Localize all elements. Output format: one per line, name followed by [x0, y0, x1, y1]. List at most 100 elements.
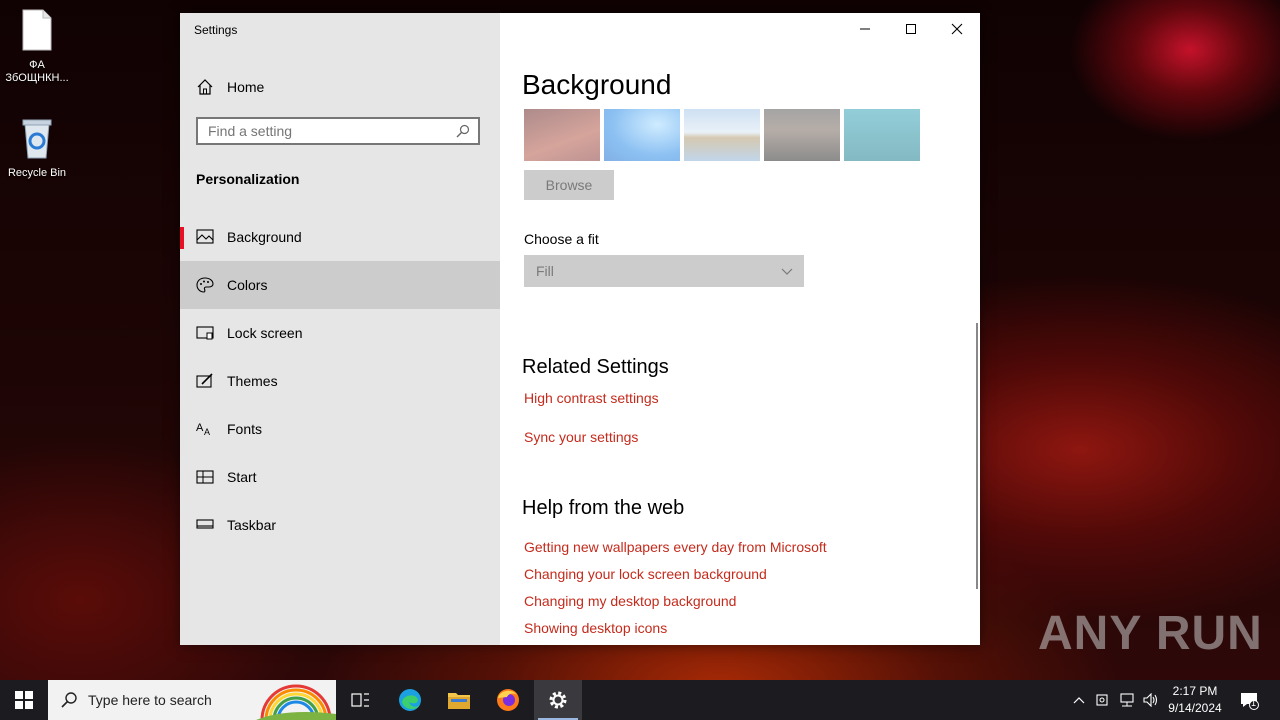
start-layout-icon: [196, 470, 214, 484]
firefox-taskbar-button[interactable]: [484, 680, 532, 720]
help-heading: Help from the web: [522, 497, 685, 519]
related-settings-heading: Related Settings: [522, 356, 669, 378]
rainbow-highlight-icon: [256, 684, 336, 720]
taskbar-clock[interactable]: 2:17 PM 9/14/2024: [1158, 683, 1232, 717]
windows-logo-icon: [15, 691, 33, 709]
browse-button[interactable]: Browse: [524, 170, 614, 200]
settings-window: Settings Home Personalization Background: [180, 13, 980, 645]
chevron-down-icon: [781, 268, 793, 275]
nav-item-label: Lock screen: [227, 325, 303, 341]
image-icon: [196, 229, 214, 244]
network-icon: [1120, 693, 1134, 707]
fit-label: Choose a fit: [524, 231, 599, 247]
anyrun-watermark: ANY RUN: [1038, 606, 1263, 661]
recent-image-1[interactable]: [524, 109, 600, 161]
page-title: Background: [522, 69, 672, 100]
recent-image-4[interactable]: [764, 109, 840, 161]
sync-settings-link[interactable]: Sync your settings: [524, 429, 638, 445]
nav-item-taskbar[interactable]: Taskbar: [180, 501, 500, 549]
nav-home-label: Home: [227, 79, 265, 95]
recycle-bin-shortcut[interactable]: Recycle Bin: [0, 116, 74, 180]
close-icon: [951, 23, 963, 35]
action-center-button[interactable]: 1: [1234, 680, 1264, 720]
recent-images: [524, 109, 920, 161]
themes-icon: [196, 373, 213, 388]
recycle-bin-label: Recycle Bin: [7, 167, 67, 179]
taskbar-search-box[interactable]: Type here to search: [48, 680, 336, 720]
nav-item-label: Start: [227, 469, 257, 485]
nav-item-fonts[interactable]: A A Fonts: [180, 405, 500, 453]
window-controls: [842, 13, 980, 45]
desktop-file-icon[interactable]: ФA ЗбОЩНКН...: [0, 8, 74, 85]
nav-item-background[interactable]: Background: [180, 213, 500, 261]
clock-time: 2:17 PM: [1172, 684, 1218, 698]
nav-home[interactable]: Home: [180, 73, 500, 101]
fonts-icon: A A: [196, 422, 210, 437]
find-setting-input[interactable]: [198, 119, 458, 143]
meet-now-button[interactable]: [1092, 680, 1114, 720]
file-explorer-button[interactable]: [435, 680, 483, 720]
nav-item-label: Fonts: [227, 421, 263, 437]
firefox-icon: [497, 689, 519, 711]
fit-value: Fill: [536, 263, 554, 279]
minimize-button[interactable]: [842, 13, 888, 45]
taskbar-search-placeholder: Type here to search: [88, 692, 212, 708]
network-button[interactable]: [1116, 680, 1138, 720]
nav-item-start[interactable]: Start: [180, 453, 500, 501]
nav-item-label: Taskbar: [227, 517, 277, 533]
clock-date: 9/14/2024: [1168, 701, 1222, 715]
start-button[interactable]: [0, 680, 48, 720]
recent-image-5[interactable]: [844, 109, 920, 161]
home-icon: [197, 79, 213, 95]
nav-item-lock-screen[interactable]: Lock screen: [180, 309, 500, 357]
recycle-bin-icon: [22, 119, 52, 159]
active-indicator: [180, 227, 184, 249]
nav-section-title: Personalization: [196, 171, 300, 187]
nav-item-label: Colors: [227, 277, 268, 293]
help-link-wallpapers[interactable]: Getting new wallpapers every day from Mi…: [524, 539, 827, 555]
fit-dropdown[interactable]: Fill: [524, 255, 804, 287]
find-setting-box[interactable]: [196, 117, 480, 145]
settings-nav-pane: Settings Home Personalization Background: [180, 13, 500, 645]
edge-icon: [399, 689, 421, 711]
gear-icon: [549, 691, 567, 709]
search-icon: [61, 692, 77, 708]
taskbar-icon: [196, 519, 214, 529]
maximize-button[interactable]: [888, 13, 934, 45]
minimize-icon: [860, 28, 870, 30]
help-link-desktop-icons[interactable]: Showing desktop icons: [524, 620, 667, 636]
recent-image-2[interactable]: [604, 109, 680, 161]
taskbar: Type here to search 2:17 PM 9/14/2024 1: [0, 680, 1280, 720]
notification-count: 1: [1251, 698, 1257, 708]
show-hidden-icons-button[interactable]: [1068, 680, 1090, 720]
chevron-up-icon: [1073, 697, 1085, 704]
window-title: Settings: [194, 23, 238, 37]
nav-item-themes[interactable]: Themes: [180, 357, 500, 405]
task-view-icon: [351, 693, 369, 707]
folder-icon: [448, 693, 470, 709]
settings-taskbar-button[interactable]: [534, 680, 582, 720]
search-icon: [456, 124, 470, 138]
device-icon: [1096, 694, 1108, 706]
task-view-button[interactable]: [336, 680, 384, 720]
desktop-file-label: ФA ЗбОЩНКН...: [5, 59, 69, 84]
svg-text:A: A: [196, 422, 204, 434]
volume-icon: [1143, 693, 1158, 707]
recent-image-3[interactable]: [684, 109, 760, 161]
nav-item-label: Themes: [227, 373, 278, 389]
watermark-text: ANY RUN: [1038, 607, 1263, 660]
nav-item-label: Background: [227, 229, 302, 245]
nav-item-colors[interactable]: Colors: [180, 261, 500, 309]
lock-screen-icon: [196, 326, 214, 340]
content-scrollbar[interactable]: [976, 323, 978, 589]
edge-taskbar-button[interactable]: [386, 680, 434, 720]
close-button[interactable]: [934, 13, 980, 45]
settings-content-pane: Background Browse Choose a fit Fill Rela…: [500, 13, 980, 645]
high-contrast-link[interactable]: High contrast settings: [524, 390, 659, 406]
help-link-desktop-bg[interactable]: Changing my desktop background: [524, 593, 736, 609]
help-link-lock-screen[interactable]: Changing your lock screen background: [524, 566, 767, 582]
document-icon: [22, 9, 52, 51]
palette-icon: [196, 277, 214, 293]
svg-text:A: A: [204, 427, 210, 437]
maximize-icon: [906, 24, 916, 34]
